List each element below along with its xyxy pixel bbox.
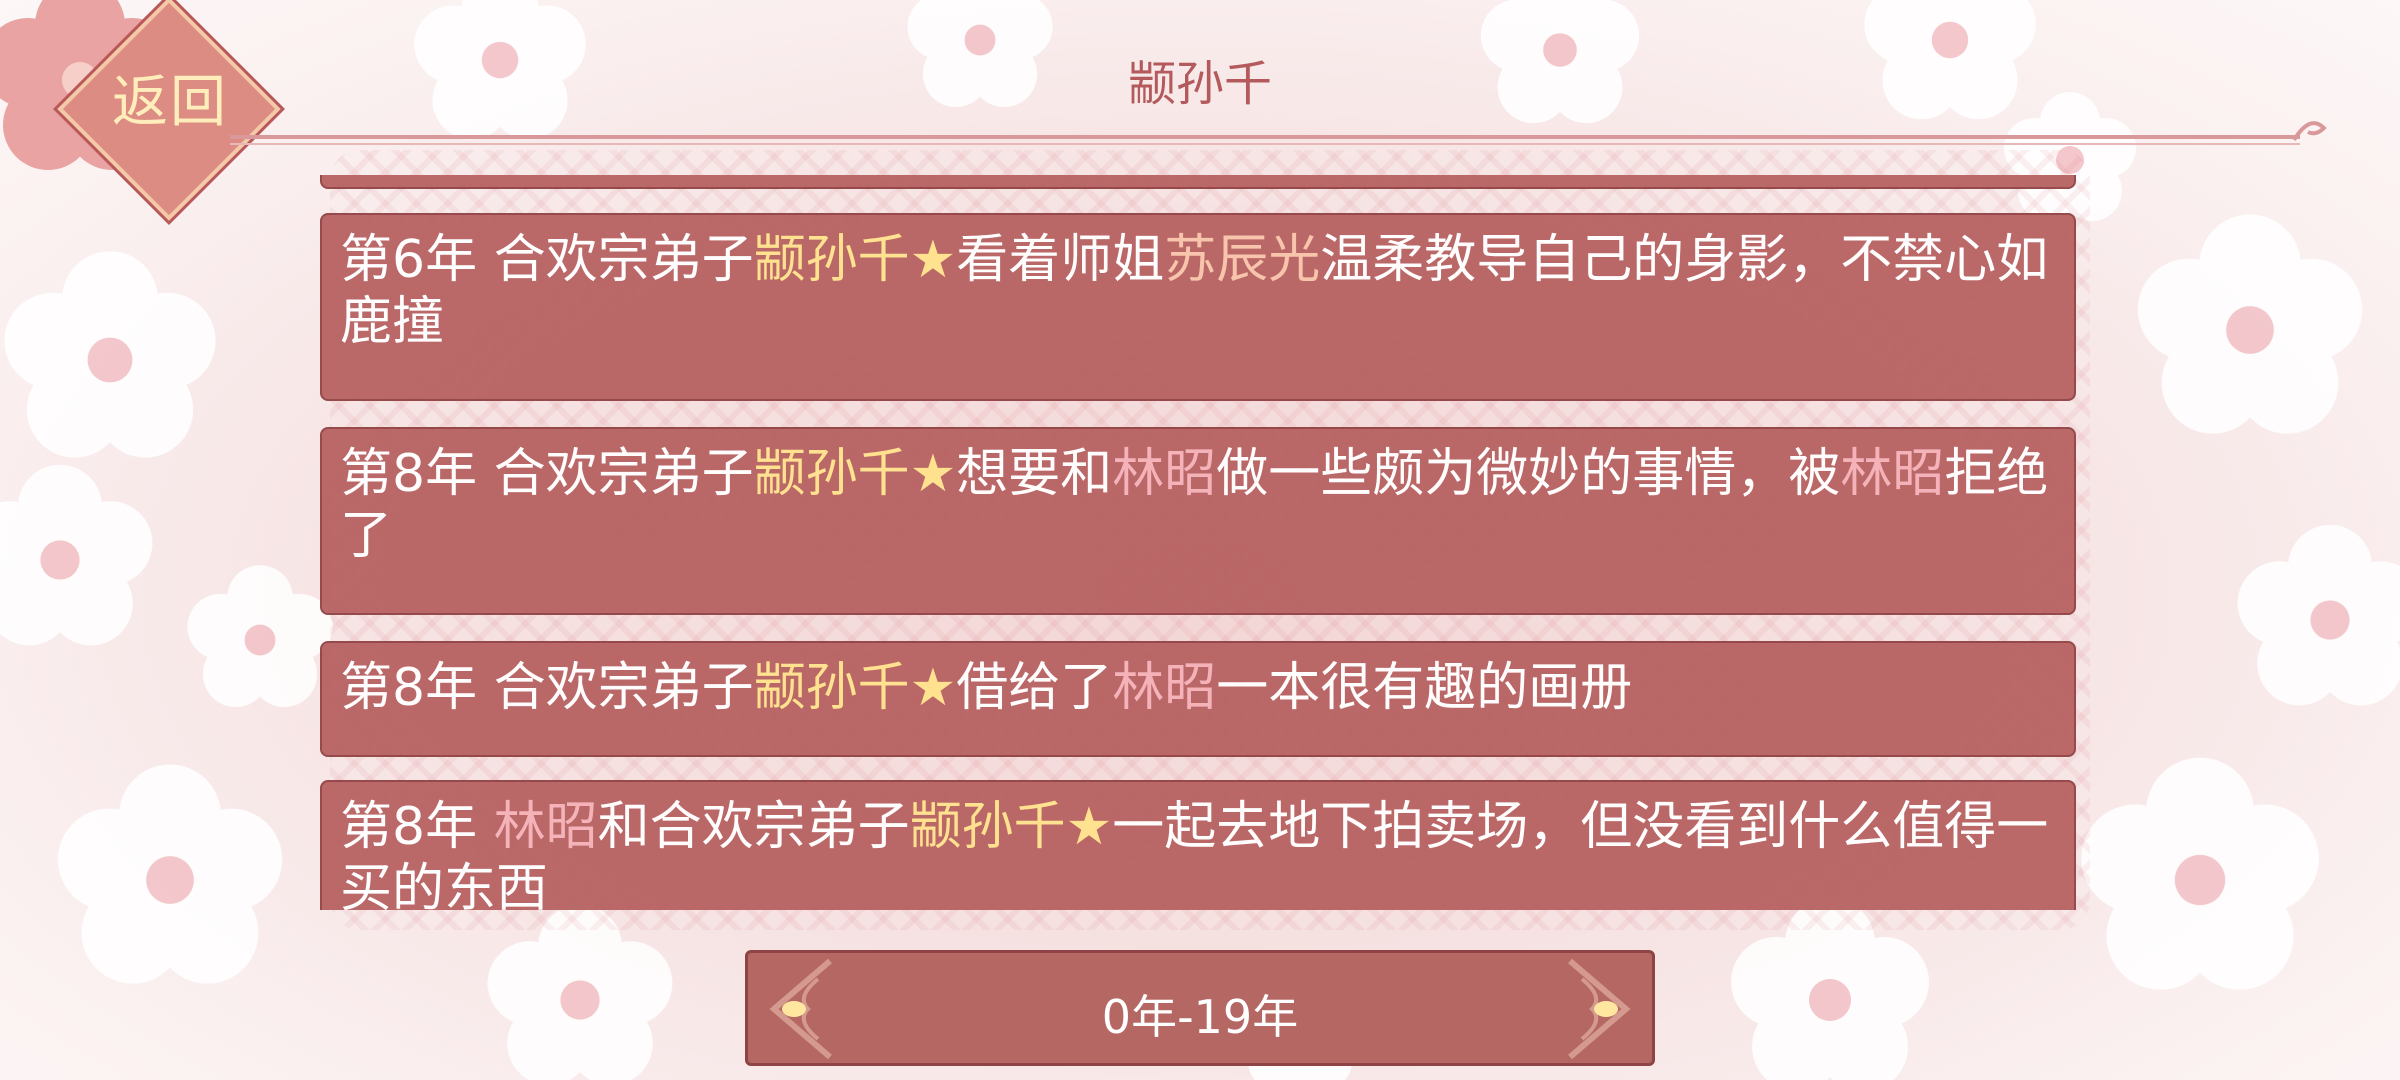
list-item-partial: [320, 175, 2076, 189]
character-name: 林昭: [1112, 658, 1217, 718]
entry-text-segment: [477, 797, 494, 857]
character-name-main: 颛孙千: [909, 797, 1066, 857]
year-range-selector[interactable]: 0年-19年: [745, 950, 1655, 1066]
list-item: 第8年 林昭和合欢宗弟子颛孙千★一起去地下拍卖场，但没看到什么值得一买的东西: [320, 780, 2076, 910]
entry-text: 合欢宗弟子颛孙千★想要和林昭做一些颇为微妙的事情，被林昭拒绝了: [340, 444, 2048, 566]
entry-text-segment: 想要和: [956, 444, 1113, 504]
favorite-star-icon: ★: [909, 230, 957, 290]
scroll-curl-icon: [2292, 121, 2327, 142]
year-range-label[interactable]: 0年-19年: [748, 981, 1652, 1047]
list-item: 第8年 合欢宗弟子颛孙千★想要和林昭做一些颇为微妙的事情，被林昭拒绝了: [320, 427, 2076, 615]
entry-year: 第8年: [340, 444, 478, 504]
event-log-list[interactable]: 第6年 合欢宗弟子颛孙千★看着师姐苏辰光温柔教导自己的身影，不禁心如鹿撞 第8年…: [320, 175, 2080, 910]
entry-text: 合欢宗弟子颛孙千★借给了林昭一本很有趣的画册: [477, 658, 1633, 718]
character-name: 林昭: [1840, 444, 1945, 504]
entry-year: 第8年: [340, 658, 478, 718]
entry-text-segment: 合欢宗弟子: [477, 230, 754, 290]
character-name: 苏辰光: [1164, 230, 1321, 290]
entry-text: 合欢宗弟子颛孙千★看着师姐苏辰光温柔教导自己的身影，不禁心如鹿撞: [340, 230, 2048, 352]
character-name: 林昭: [1112, 444, 1217, 504]
favorite-star-icon: ★: [909, 444, 957, 504]
favorite-star-icon: ★: [909, 658, 957, 718]
character-name: 林昭: [493, 797, 598, 857]
entry-text-segment: 借给了: [956, 658, 1113, 718]
entry-text-segment: 合欢宗弟子: [477, 658, 754, 718]
header-divider-thin: [230, 143, 2300, 145]
character-name-main: 颛孙千: [753, 444, 910, 504]
page-title: 颛孙千: [1127, 56, 1272, 112]
header-divider: [230, 135, 2300, 139]
entry-text-segment: 合欢宗弟子: [477, 444, 754, 504]
entry-year: 第8年: [340, 797, 478, 857]
entry-text-segment: 看着师姐: [956, 230, 1165, 290]
entry-text-segment: 做一些颇为微妙的事情，被: [1216, 444, 1841, 504]
entry-year: 第6年: [340, 230, 478, 290]
ornate-right-arrow-icon[interactable]: [1560, 957, 1640, 1061]
entry-text-segment: 和合欢宗弟子: [597, 797, 910, 857]
character-name-main: 颛孙千: [753, 230, 910, 290]
character-name-main: 颛孙千: [753, 658, 910, 718]
list-item: 第8年 合欢宗弟子颛孙千★借给了林昭一本很有趣的画册: [320, 641, 2076, 757]
entry-text: 林昭和合欢宗弟子颛孙千★一起去地下拍卖场，但没看到什么值得一买的东西: [340, 797, 2048, 910]
favorite-star-icon: ★: [1065, 797, 1113, 857]
list-item: 第6年 合欢宗弟子颛孙千★看着师姐苏辰光温柔教导自己的身影，不禁心如鹿撞: [320, 213, 2076, 401]
entry-text-segment: 一本很有趣的画册: [1216, 658, 1633, 718]
